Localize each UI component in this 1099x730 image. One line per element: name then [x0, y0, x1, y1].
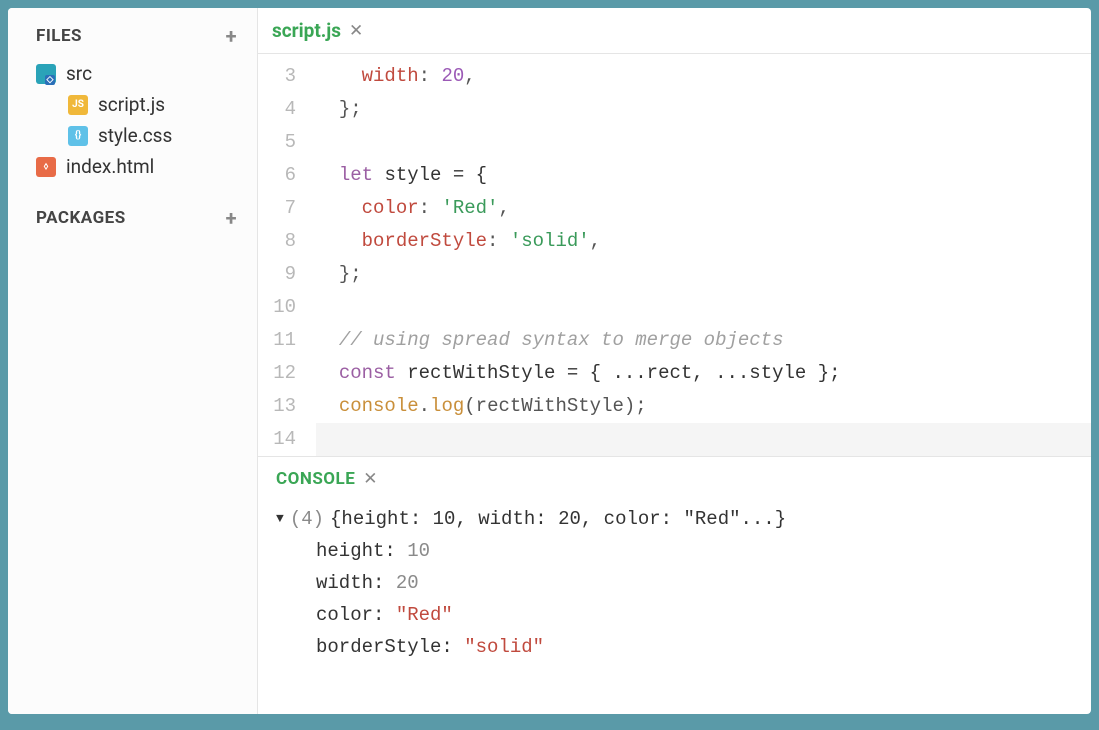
packages-section-header: PACKAGES + [8, 200, 257, 236]
file-script-js[interactable]: JS script.js [8, 89, 257, 120]
code-editor[interactable]: 34567891011121314 width: 20, }; let styl… [258, 54, 1091, 456]
packages-label: PACKAGES [36, 208, 126, 228]
tab-script-js[interactable]: script.js ✕ [272, 19, 363, 42]
caret-down-icon[interactable]: ▼ [276, 503, 284, 535]
object-preview: {height: 10, width: 20, color: "Red"...} [330, 503, 786, 535]
line-number-gutter: 34567891011121314 [258, 60, 316, 456]
html-icon: ⬨ [36, 157, 56, 177]
console-panel: CONSOLE ✕ ▼ (4) {height: 10, width: 20, … [258, 456, 1091, 714]
tab-bar: script.js ✕ [258, 8, 1091, 54]
tab-label: script.js [272, 19, 341, 42]
console-object-summary[interactable]: ▼ (4) {height: 10, width: 20, color: "Re… [276, 503, 1073, 535]
console-title: CONSOLE [276, 469, 355, 489]
file-label: index.html [66, 155, 154, 178]
folder-label: src [66, 62, 92, 85]
console-header: CONSOLE ✕ [258, 457, 1091, 499]
main-area: script.js ✕ 34567891011121314 width: 20,… [258, 8, 1091, 714]
file-style-css[interactable]: {} style.css [8, 120, 257, 151]
close-icon[interactable]: ✕ [363, 469, 377, 489]
object-count: (4) [290, 503, 324, 535]
file-label: style.css [98, 124, 172, 147]
add-file-icon[interactable]: + [226, 26, 237, 46]
add-package-icon[interactable]: + [226, 208, 237, 228]
close-icon[interactable]: ✕ [349, 21, 363, 41]
console-object-entries: height: 10width: 20color: "Red"borderSty… [276, 535, 1073, 663]
folder-src[interactable]: src [8, 58, 257, 89]
files-section-header: FILES + [8, 18, 257, 54]
console-output[interactable]: ▼ (4) {height: 10, width: 20, color: "Re… [258, 499, 1091, 673]
folder-icon [36, 64, 56, 84]
file-tree: src JS script.js {} style.css ⬨ index.ht… [8, 54, 257, 200]
app-window: FILES + src JS script.js {} style.css ⬨ … [8, 8, 1091, 714]
css-icon: {} [68, 126, 88, 146]
code-content[interactable]: width: 20, }; let style = { color: 'Red'… [316, 60, 1091, 456]
files-label: FILES [36, 26, 82, 46]
sidebar: FILES + src JS script.js {} style.css ⬨ … [8, 8, 258, 714]
file-label: script.js [98, 93, 165, 116]
js-icon: JS [68, 95, 88, 115]
file-index-html[interactable]: ⬨ index.html [8, 151, 257, 182]
